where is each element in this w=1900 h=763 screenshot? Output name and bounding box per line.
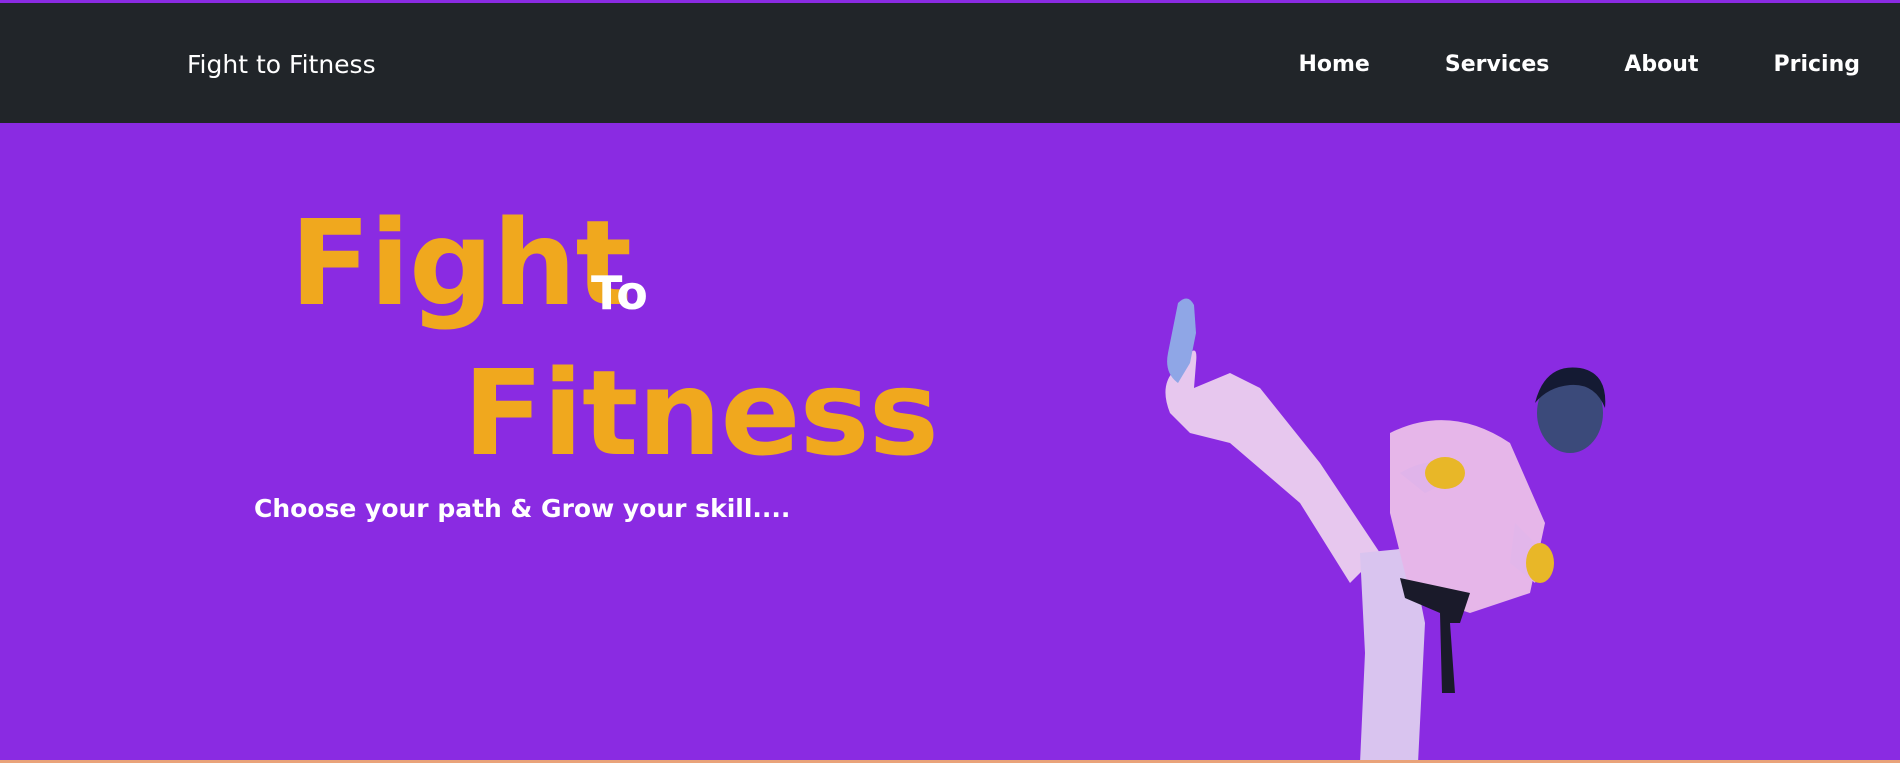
nav-link-about[interactable]: About (1624, 50, 1698, 80)
nav-link-pricing[interactable]: Pricing (1773, 50, 1860, 80)
fighter-kick-leg (1165, 350, 1380, 583)
nav-link-services[interactable]: Services (1445, 50, 1550, 80)
nav-link-home[interactable]: Home (1298, 50, 1369, 80)
karate-fighter-image (1165, 298, 1606, 760)
hero-title-to: To (591, 266, 648, 320)
hero-title-fight: Fight (290, 194, 632, 332)
fighter-rear-glove (1526, 543, 1554, 583)
hero-section: Fight To Fitness Choose your path & Grow… (0, 123, 1900, 760)
top-navbar: Fight to Fitness Home Services About Pri… (0, 3, 1900, 123)
hero-title-fitness: Fitness (463, 344, 939, 482)
hero-tagline: Choose your path & Grow your skill.... (254, 494, 791, 523)
fighter-front-glove (1425, 457, 1465, 489)
brand-link[interactable]: Fight to Fitness (187, 50, 376, 80)
nav-links: Home Services About Pricing (1298, 50, 1860, 80)
